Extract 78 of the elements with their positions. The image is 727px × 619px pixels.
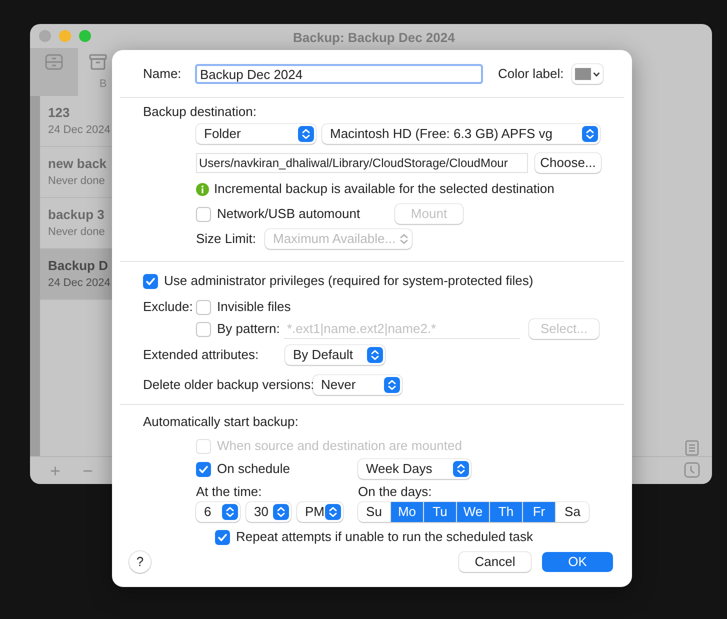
document-icon[interactable]: [684, 440, 700, 456]
backup-status: Never done: [48, 224, 106, 240]
extended-attributes-label: Extended attributes:: [143, 346, 260, 364]
day-toggle[interactable]: We: [457, 502, 490, 522]
close-window-button[interactable]: [39, 30, 51, 42]
backup-name: 123: [48, 104, 71, 122]
day-toggle[interactable]: Tu: [424, 502, 457, 522]
backup-status: Never done: [48, 174, 106, 189]
checkbox[interactable]: [196, 300, 211, 314]
drawers-icon: [45, 54, 63, 70]
chevron-down-icon: [592, 72, 600, 76]
stepper-icon: [453, 461, 469, 477]
ok-button[interactable]: OK: [542, 552, 613, 572]
section-heading: Automatically start backup:: [143, 414, 300, 430]
backup-status: 24 Dec 2024: [48, 122, 112, 138]
stepper-icon: [222, 504, 238, 520]
name-label: Name:: [143, 65, 182, 84]
clock-icon[interactable]: [684, 462, 700, 478]
checkbox-label: Repeat attempts if unable to run the scheduled task: [236, 528, 534, 546]
backup-list-item[interactable]: Backup D 24 Dec 2024: [40, 249, 112, 300]
size-limit-label: Size Limit:: [196, 230, 257, 248]
day-toggle[interactable]: Mo: [391, 502, 424, 522]
toolbar-label: B: [98, 77, 107, 92]
name-field[interactable]: Backup Dec 2024: [195, 64, 483, 84]
stepper-icon: [273, 504, 289, 520]
help-button[interactable]: ?: [129, 551, 151, 573]
popup-button[interactable]: PM: [297, 502, 343, 522]
checkmark-icon: [198, 464, 209, 474]
day-toggle[interactable]: Th: [490, 502, 523, 522]
section-heading: Backup destination:: [143, 104, 258, 120]
archive-box-icon: [89, 54, 107, 70]
popup-button[interactable]: Macintosh HD (Free: 6.3 GB) APFS vg: [322, 124, 600, 144]
choose-button[interactable]: Choose...: [535, 153, 601, 173]
popup-button[interactable]: Never: [313, 375, 402, 395]
minimize-window-button[interactable]: [59, 30, 71, 42]
path-field[interactable]: Users/navkiran_dhaliwal/Library/CloudStorage/CloudMour: [196, 153, 528, 173]
checkbox-label: Invisible files: [217, 298, 291, 316]
checkbox[interactable]: [143, 274, 158, 288]
cancel-button[interactable]: Cancel: [459, 552, 531, 572]
checkbox[interactable]: [215, 530, 230, 544]
checkbox-label: Use administrator privileges (required for system-protected files): [164, 272, 534, 290]
stepper-icon: [582, 126, 598, 142]
popup-button[interactable]: Folder: [196, 124, 316, 144]
checkmark-icon: [217, 532, 228, 542]
delete-versions-label: Delete older backup versions:: [143, 376, 313, 394]
color-label: Color label:: [498, 65, 564, 84]
stepper-icon: [384, 377, 400, 393]
popup-button[interactable]: 6: [196, 502, 240, 522]
popup-button[interactable]: 30: [246, 502, 291, 522]
toolbar-tab[interactable]: [30, 48, 78, 96]
checkbox[interactable]: [196, 462, 211, 476]
checkbox[interactable]: [196, 206, 211, 222]
stepper-icon: [298, 126, 314, 142]
backup-name: Backup D: [48, 256, 109, 275]
day-toggle[interactable]: Su: [358, 502, 391, 522]
days-label: On the days:: [358, 484, 432, 500]
info-icon: [196, 182, 209, 196]
exclude-label: Exclude:: [143, 298, 194, 316]
checkbox-label: By pattern:: [217, 320, 280, 338]
checkbox-label: Network/USB automount: [217, 205, 360, 224]
stepper-icon: [367, 347, 383, 363]
time-label: At the time:: [196, 484, 263, 500]
backup-name: new back: [48, 154, 108, 173]
checkmark-icon: [145, 276, 156, 286]
window-title: Backup: Backup Dec 2024: [293, 29, 455, 47]
backup-name: backup 3: [48, 206, 106, 224]
popup-button[interactable]: Week Days: [358, 459, 471, 479]
zoom-window-button[interactable]: [79, 30, 91, 42]
info-message: Incremental backup is available for the selected destination: [214, 180, 554, 198]
checkbox-label: On schedule: [217, 460, 290, 478]
day-toggle[interactable]: Fr: [523, 502, 556, 522]
checkbox-label: When source and destination are mounted: [217, 437, 462, 456]
day-toggle[interactable]: Sa: [556, 502, 589, 522]
popup-button[interactable]: By Default: [285, 345, 385, 365]
backup-status: 24 Dec 2024: [48, 276, 112, 291]
color-popup[interactable]: [572, 64, 603, 84]
checkbox[interactable]: [196, 322, 211, 336]
stepper-icon: [325, 504, 341, 520]
